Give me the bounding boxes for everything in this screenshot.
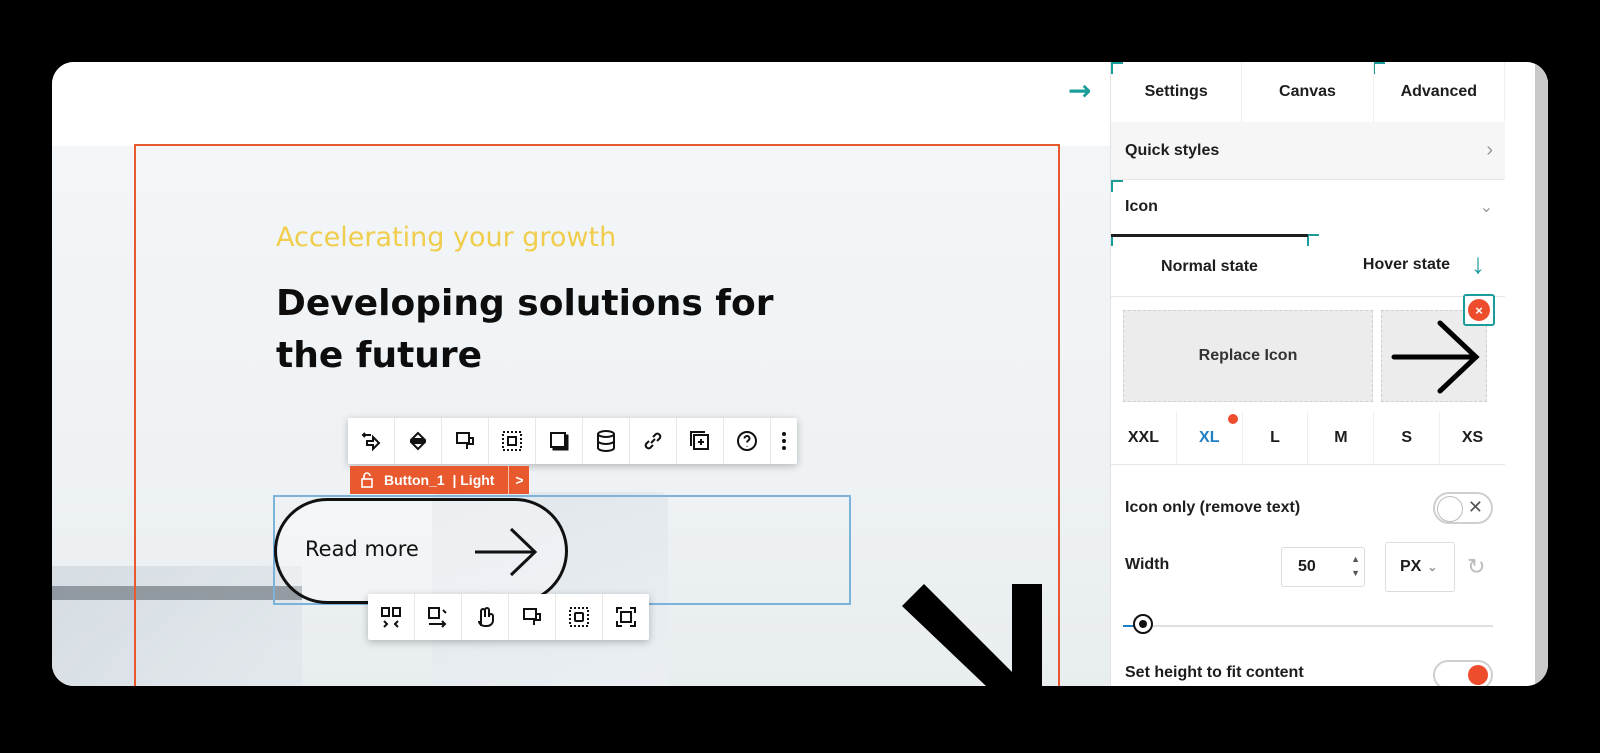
fullscreen-icon[interactable]: [603, 594, 649, 640]
size-l[interactable]: L: [1243, 412, 1309, 464]
fit-content-toggle[interactable]: [1433, 660, 1493, 686]
replace-icon-button[interactable]: Replace Icon: [1123, 310, 1373, 402]
size-m[interactable]: M: [1308, 412, 1375, 464]
chevron-down-icon: ⌄: [1427, 560, 1438, 574]
arrow-right-annotation-icon: →: [1068, 74, 1092, 107]
tab-advanced[interactable]: Advanced: [1374, 62, 1505, 122]
stepper-icon[interactable]: ▲ ▼: [1351, 552, 1360, 580]
wrap-icon[interactable]: [415, 594, 462, 640]
icon-only-toggle[interactable]: ✕: [1433, 492, 1493, 524]
padding-icon[interactable]: [489, 418, 536, 464]
settings-panel: Settings Canvas Advanced Quick styles › …: [1110, 62, 1548, 686]
icon-size-selector: XXL XL L M S XS: [1111, 412, 1505, 465]
icon-section-label: Icon: [1125, 198, 1158, 215]
size-s[interactable]: S: [1374, 412, 1441, 464]
app-window: Accelerating your growth Developing solu…: [52, 62, 1548, 686]
chevron-down-icon: ⌄: [1479, 199, 1493, 216]
tab-canvas[interactable]: Canvas: [1242, 62, 1374, 122]
tab-normal-state[interactable]: Normal state: [1111, 234, 1308, 296]
arrow-down-annotation-icon: ↓: [1471, 248, 1485, 279]
tag-next-button[interactable]: >: [509, 472, 529, 488]
help-icon[interactable]: [724, 418, 771, 464]
hero-eyebrow: Accelerating your growth: [276, 222, 617, 253]
width-label: Width: [1125, 556, 1170, 573]
frame-icon[interactable]: [556, 594, 603, 640]
paste-style-icon[interactable]: [509, 594, 556, 640]
slider-handle[interactable]: [1133, 614, 1153, 634]
width-unit-select[interactable]: PX ⌄: [1385, 542, 1455, 592]
read-more-button[interactable]: Read more: [274, 498, 568, 604]
link-icon[interactable]: [630, 418, 677, 464]
add-icon[interactable]: [677, 418, 724, 464]
hero-headline: Developing solutions for the future: [276, 283, 774, 376]
size-xs[interactable]: XS: [1440, 412, 1505, 464]
close-icon: ×: [1468, 299, 1490, 321]
reset-icon[interactable]: ↻: [1467, 554, 1485, 580]
arrow-right-icon: [475, 527, 538, 577]
active-dot: [1227, 414, 1238, 424]
remove-icon-button[interactable]: ×: [1463, 294, 1495, 326]
quick-styles-row[interactable]: Quick styles ›: [1111, 122, 1505, 180]
pointer-arrow-icon: [902, 584, 1042, 686]
icon-section-header[interactable]: Icon ⌄: [1111, 180, 1505, 234]
element-toolbar-top: [348, 418, 797, 464]
hand-icon[interactable]: [462, 594, 509, 640]
width-slider[interactable]: [1123, 614, 1493, 634]
panel-scrollbar[interactable]: [1535, 62, 1548, 686]
close-icon: ✕: [1467, 497, 1483, 517]
chevron-right-icon: ›: [1486, 139, 1493, 161]
tab-settings[interactable]: Settings: [1111, 62, 1243, 122]
shadow-icon[interactable]: [536, 418, 583, 464]
button-label: Read more: [305, 537, 419, 561]
more-icon[interactable]: [771, 418, 797, 464]
database-icon[interactable]: [583, 418, 630, 464]
align-icon[interactable]: [395, 418, 442, 464]
fit-content-label: Set height to fit content: [1125, 664, 1304, 681]
element-name-tag[interactable]: Button_1 | Light >: [350, 466, 530, 494]
columns-icon[interactable]: [368, 594, 415, 640]
move-icon[interactable]: [348, 418, 395, 464]
state-tabs: Normal state Hover state: [1111, 234, 1505, 297]
quick-styles-label: Quick styles: [1125, 141, 1220, 159]
panel-tabs: Settings Canvas Advanced: [1111, 62, 1505, 123]
copy-style-icon[interactable]: [442, 418, 489, 464]
size-xl[interactable]: XL: [1177, 412, 1243, 464]
element-toolbar-bottom: [368, 594, 649, 640]
icon-only-label: Icon only (remove text): [1125, 499, 1301, 516]
element-name: Button_1 | Light: [384, 472, 495, 488]
width-input[interactable]: 50 ▲ ▼: [1281, 547, 1365, 587]
size-xxl[interactable]: XXL: [1111, 412, 1177, 464]
editor-canvas: Accelerating your growth Developing solu…: [52, 62, 1132, 686]
unlock-icon[interactable]: [350, 472, 384, 488]
